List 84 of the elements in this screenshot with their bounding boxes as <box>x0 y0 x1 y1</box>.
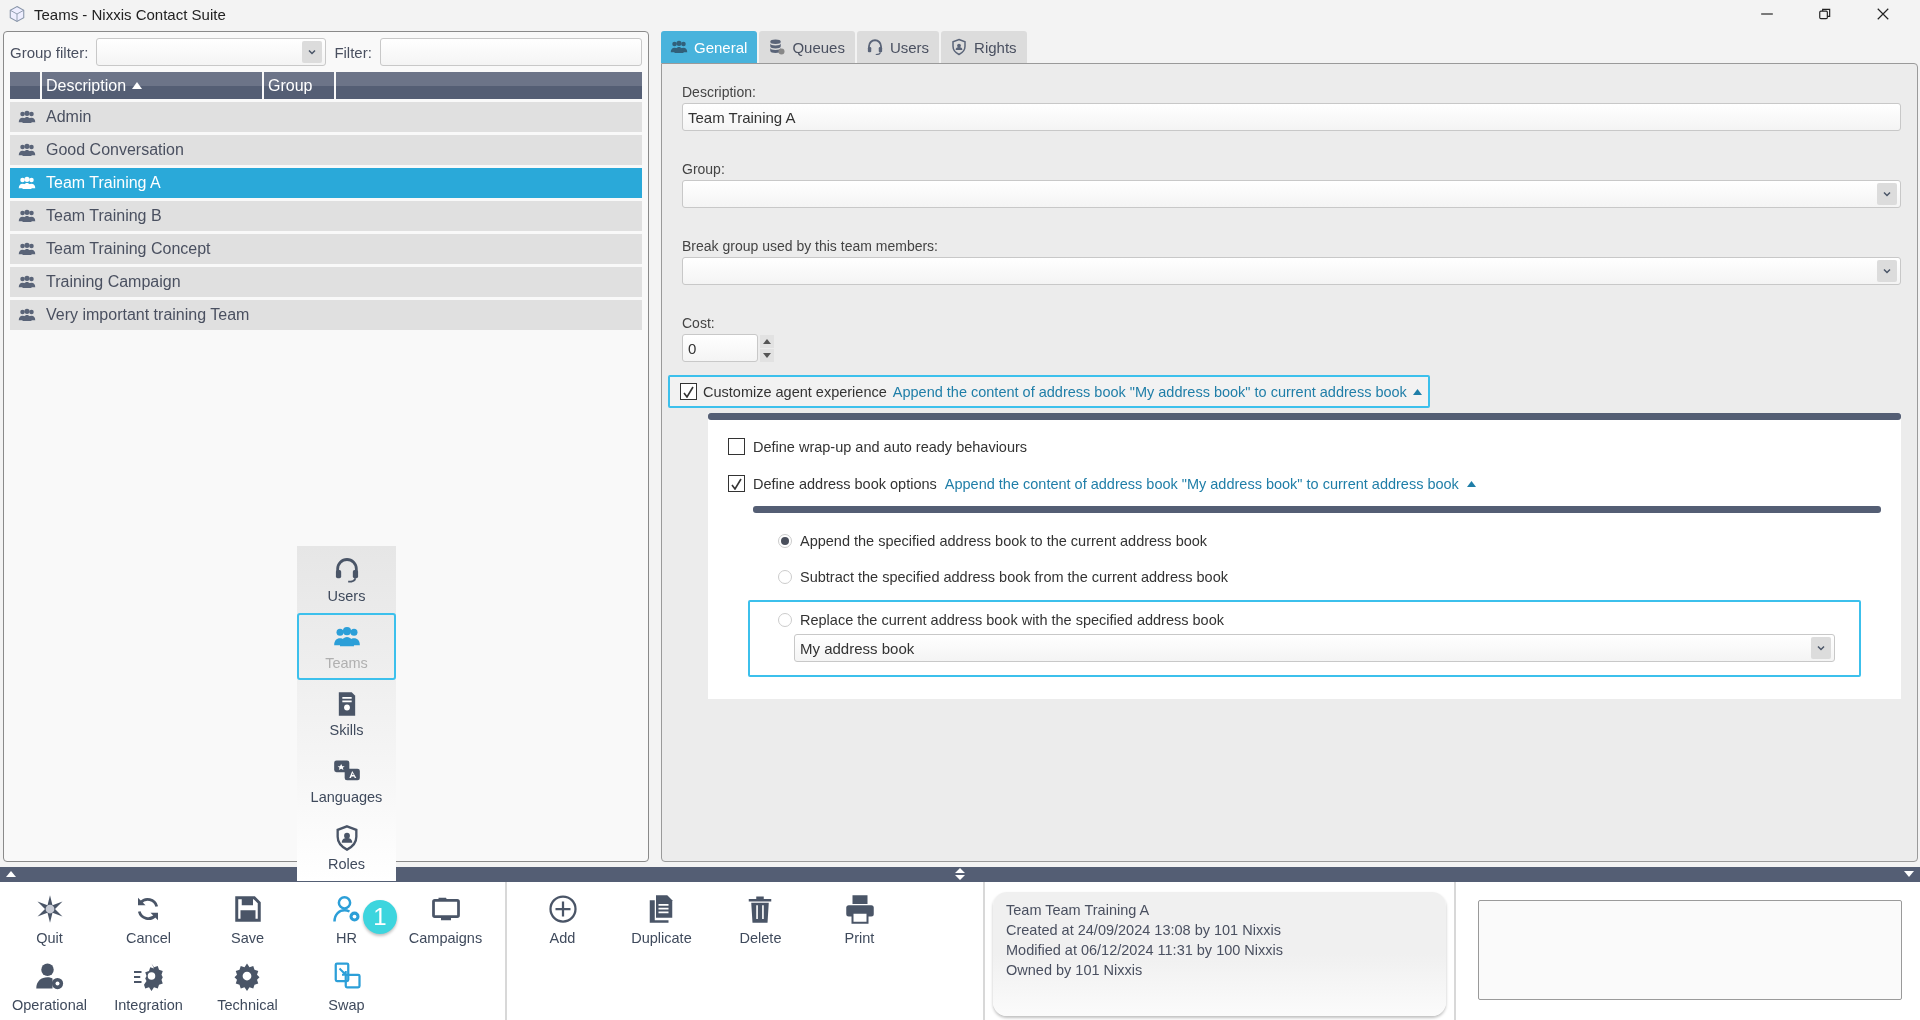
list-row[interactable]: Very important training Team <box>10 300 642 330</box>
people-icon <box>16 306 38 324</box>
printer-icon <box>844 894 875 924</box>
toolbar-button[interactable]: Cancel <box>125 892 172 959</box>
toolbar-button[interactable]: Save <box>230 892 265 959</box>
info-text: Team Team Training A <box>1006 901 1151 920</box>
radio-label: Subtract the specified address book from the current address book <box>800 569 1228 585</box>
toolbar-button[interactable]: HR <box>331 892 362 959</box>
caret-up-icon <box>763 338 771 344</box>
toolbar-button[interactable]: Print <box>844 892 875 959</box>
field-label: Group filter: <box>10 43 89 61</box>
cost-field[interactable]: 0 <box>682 334 758 362</box>
toolbar-button[interactable]: Quit <box>34 892 65 959</box>
summary-link[interactable]: Append the content of address book "My address book" to current address book <box>892 383 1407 400</box>
spin-up-button[interactable] <box>760 334 774 348</box>
field-label: Filter: <box>334 43 372 61</box>
list-row[interactable]: Training Campaign <box>10 267 642 297</box>
people-icon <box>669 38 689 56</box>
notification-badge: 1 <box>363 900 397 934</box>
toolbar-button[interactable]: Delete <box>739 892 782 959</box>
check-icon <box>683 385 694 398</box>
radio-button[interactable] <box>778 534 792 548</box>
restore-icon <box>1818 7 1832 21</box>
menu-item[interactable]: Skills <box>297 680 396 747</box>
summary-link[interactable]: Append the content of address book "My address book" to current address book <box>944 475 1459 492</box>
plus-circle-icon <box>547 894 578 924</box>
toolbar-button[interactable]: Integration <box>114 959 183 1020</box>
caret-down-icon <box>763 352 771 358</box>
checkbox[interactable] <box>680 383 697 400</box>
toolbar-button[interactable]: Campaigns <box>408 892 483 959</box>
tab[interactable]: Rights <box>941 31 1027 63</box>
field-label: Group: <box>682 161 726 177</box>
user-gear-icon <box>331 894 362 924</box>
user-gear-icon <box>34 961 65 991</box>
checkbox-label: Define address book options <box>753 475 937 492</box>
toolbar-button[interactable]: Duplicate <box>631 892 692 959</box>
checkbox-label: Customize agent experience <box>703 383 887 400</box>
radio-button[interactable] <box>778 613 792 627</box>
description-field[interactable]: Team Training A <box>682 103 1901 131</box>
checkbox[interactable] <box>728 475 745 492</box>
field-label: Break group used by this team members: <box>682 238 939 254</box>
tab[interactable]: Users <box>856 31 940 63</box>
info-text: Created at 24/09/2024 13:08 by 101 Nixxis <box>1006 921 1282 940</box>
radio-label: Replace the current address book with the specified address book <box>800 612 1224 628</box>
people-icon <box>16 207 38 225</box>
toolbar-button[interactable]: Swap <box>328 959 365 1020</box>
toolbar-button[interactable]: Add <box>547 892 578 959</box>
toolbar-button[interactable]: Technical <box>217 959 278 1020</box>
notes-field[interactable] <box>1478 900 1902 1000</box>
radio-button[interactable] <box>778 570 792 584</box>
spin-down-button[interactable] <box>760 348 774 362</box>
menu-item[interactable]: Languages <box>297 747 396 814</box>
close-icon[interactable] <box>1876 7 1890 21</box>
info-text: Modified at 06/12/2024 11:31 by 100 Nixxis <box>1006 941 1285 960</box>
column-header[interactable]: Description <box>42 72 262 99</box>
people-icon <box>16 141 38 159</box>
caret-up-icon <box>6 871 16 877</box>
people-icon <box>16 240 38 258</box>
checkbox-label: Define wrap-up and auto ready behaviours <box>753 438 1028 455</box>
radio-label: Append the specified address book to the current address book <box>800 533 1208 549</box>
list-row[interactable]: Admin <box>10 102 642 132</box>
info-text: Owned by 101 Nixxis <box>1006 961 1144 980</box>
list-row[interactable]: Team Training Concept <box>10 234 642 264</box>
filter-field[interactable] <box>379 38 642 66</box>
checkbox[interactable] <box>728 438 745 455</box>
tab[interactable]: Queues <box>759 31 855 63</box>
people-icon <box>16 174 38 192</box>
column-header <box>10 72 40 99</box>
column-header[interactable]: Group <box>264 72 334 99</box>
caret-down-icon <box>1904 871 1914 877</box>
list-row[interactable]: Good Conversation <box>10 135 642 165</box>
address-book-dropdown[interactable]: My address book <box>794 634 1835 662</box>
check-icon <box>731 477 742 490</box>
field-label: Description: <box>682 84 757 100</box>
resize-arrows-icon <box>955 868 965 880</box>
people-icon <box>16 108 38 126</box>
toolbar-button[interactable]: Operational <box>12 959 87 1020</box>
menu-item[interactable]: Roles <box>297 814 396 881</box>
window-title: Teams - Nixxis Contact Suite <box>34 5 226 23</box>
field-label: Cost: <box>682 315 716 331</box>
app-cube-icon <box>8 5 26 23</box>
people-icon <box>16 273 38 291</box>
list-row[interactable]: Team Training B <box>10 201 642 231</box>
menu-item[interactable]: Users <box>297 546 396 613</box>
